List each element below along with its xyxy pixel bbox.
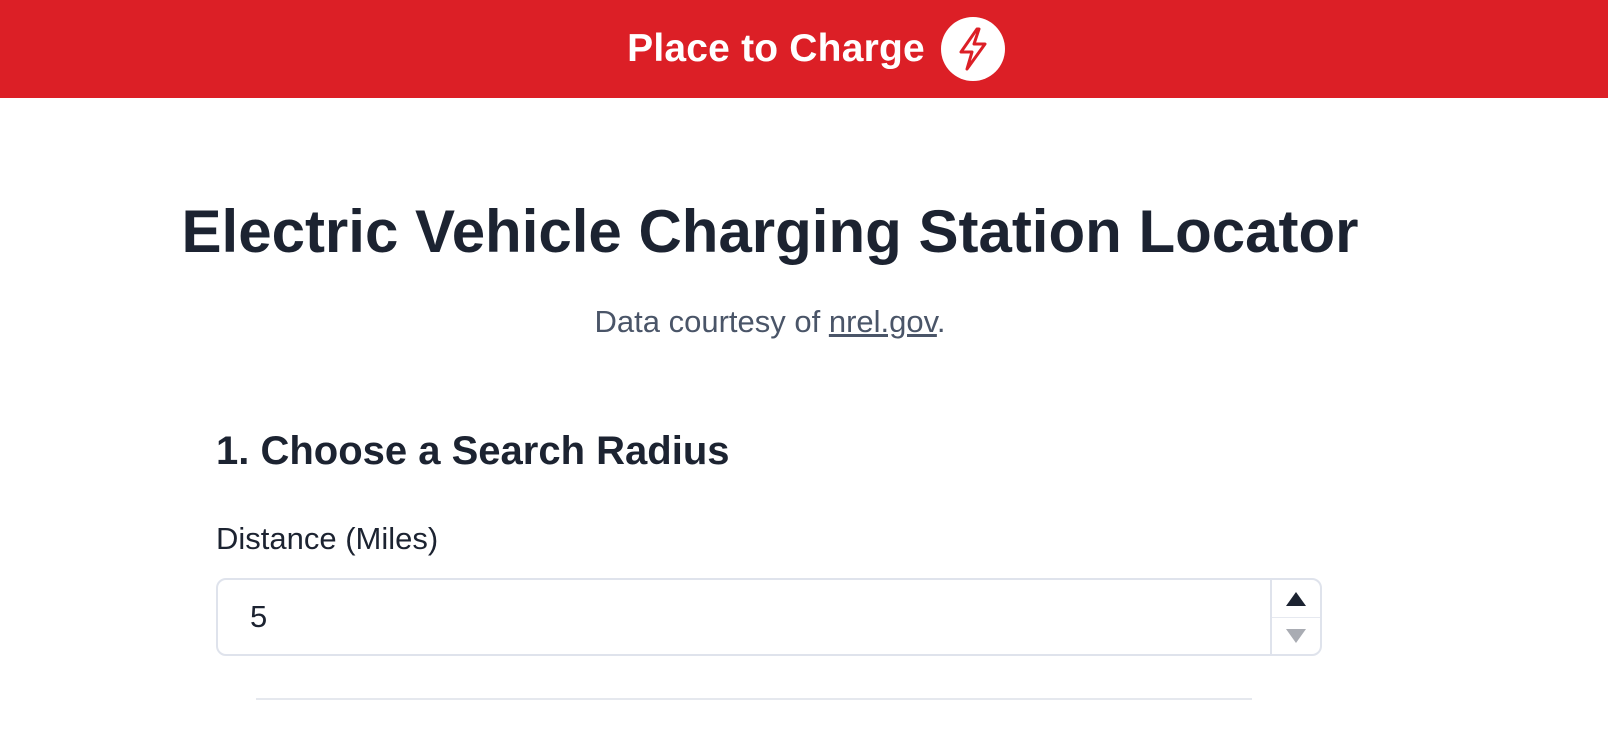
data-courtesy: Data courtesy of nrel.gov. — [0, 302, 1540, 342]
courtesy-suffix: . — [936, 304, 946, 339]
site-header: Place to Charge — [0, 0, 1608, 98]
lightning-bolt-icon — [940, 17, 1005, 81]
triangle-down-icon — [1286, 628, 1306, 643]
brand-link[interactable]: Place to Charge — [627, 17, 1005, 81]
nrel-link[interactable]: nrel.gov — [829, 304, 937, 339]
page-title: Electric Vehicle Charging Station Locato… — [181, 198, 1359, 265]
courtesy-prefix: Data courtesy of — [594, 304, 829, 339]
distance-stepper[interactable] — [1270, 580, 1320, 654]
triangle-up-icon — [1286, 591, 1306, 606]
section-divider — [256, 698, 1252, 700]
distance-value[interactable]: 5 — [250, 580, 267, 654]
distance-input[interactable]: 5 — [216, 578, 1322, 656]
brand-name: Place to Charge — [627, 27, 925, 70]
increment-button[interactable] — [1272, 580, 1320, 618]
section-title-search-radius: 1. Choose a Search Radius — [216, 429, 730, 473]
decrement-button[interactable] — [1272, 617, 1320, 654]
distance-label: Distance (Miles) — [216, 521, 439, 556]
